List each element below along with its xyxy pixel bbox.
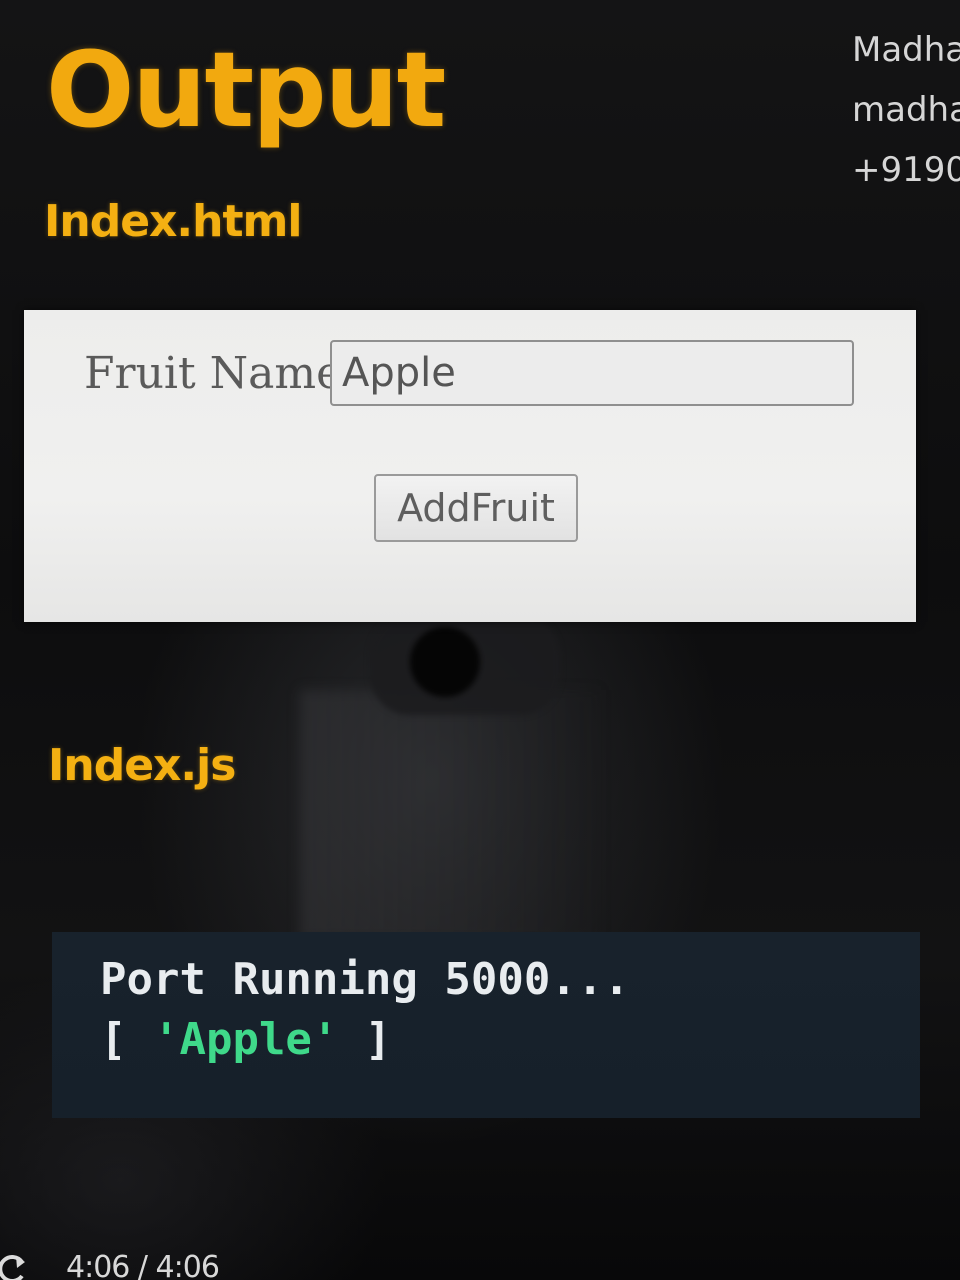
background-reflection <box>300 690 600 940</box>
terminal-line-port: Port Running 5000... <box>100 954 630 1005</box>
time-readout: 4:06 / 4:06 <box>66 1250 220 1280</box>
fruit-name-input[interactable] <box>330 340 854 406</box>
contact-email: madha <box>852 90 960 130</box>
browser-output-panel: Fruit Name AddFruit <box>24 310 916 622</box>
contact-name: Madha <box>852 30 960 70</box>
array-close-bracket: ] <box>338 1014 392 1065</box>
contact-phone: +9190 <box>852 150 960 190</box>
terminal-line-array: [ 'Apple' ] <box>100 1018 391 1062</box>
background-camera-reflection <box>370 615 560 715</box>
add-fruit-button[interactable]: AddFruit <box>374 474 578 542</box>
replay-icon[interactable] <box>0 1250 34 1280</box>
array-open-bracket: [ <box>100 1014 153 1065</box>
fruit-name-label: Fruit Name <box>84 348 343 399</box>
contact-info: Madha madha +9190 <box>852 20 960 200</box>
section-label-index-js: Index.js <box>48 740 236 791</box>
page-title: Output <box>46 29 446 151</box>
video-player-controls: 4:06 / 4:06 <box>0 1236 960 1280</box>
terminal-output: Port Running 5000... [ 'Apple' ] <box>52 932 920 1118</box>
array-string-value: 'Apple' <box>152 1014 339 1065</box>
section-label-index-html: Index.html <box>44 196 302 247</box>
